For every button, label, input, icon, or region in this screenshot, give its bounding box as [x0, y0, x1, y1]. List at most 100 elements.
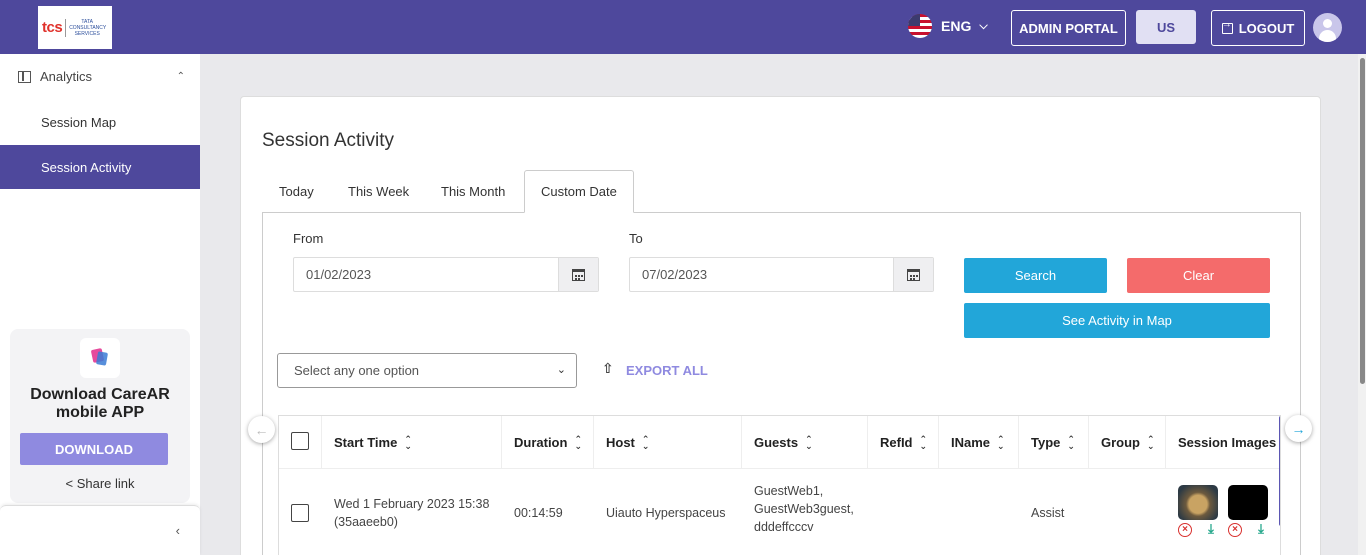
delete-icon[interactable]: ×: [1178, 523, 1192, 537]
session-code: (35aaeeb0): [334, 515, 398, 529]
calendar-icon: [907, 268, 920, 281]
to-date-field[interactable]: 07/02/2023: [629, 257, 934, 292]
sidebar-section-analytics[interactable]: Analytics ⌃: [0, 54, 200, 99]
filter-select[interactable]: Select any one option ⌄: [277, 353, 577, 388]
share-link-label: Share link: [76, 476, 135, 491]
export-all-label: EXPORT ALL: [626, 363, 708, 378]
page-scrollbar[interactable]: [1358, 54, 1366, 555]
column-label: IName: [951, 435, 991, 450]
to-calendar-button[interactable]: [893, 258, 933, 291]
column-label: Host: [606, 435, 635, 450]
download-icon[interactable]: ⤓: [1254, 522, 1268, 537]
clear-button[interactable]: Clear: [1127, 258, 1270, 293]
column-header-iname[interactable]: IName ⌃ ⌄: [939, 416, 1019, 469]
column-header-start-time[interactable]: Start Time ⌃ ⌄: [322, 416, 502, 469]
page-title: Session Activity: [262, 130, 394, 151]
start-time-value: Wed 1 February 2023 15:38: [334, 497, 490, 511]
search-button[interactable]: Search: [964, 258, 1107, 293]
session-image-thumbnail[interactable]: [1228, 485, 1268, 520]
column-header-duration[interactable]: Duration ⌃ ⌄: [502, 416, 594, 469]
column-label: RefId: [880, 435, 913, 450]
logout-icon: [1221, 19, 1233, 34]
logo-divider: [65, 18, 67, 37]
logo-tagline: TATA CONSULTANCY SERVICES: [69, 18, 107, 37]
scroll-left-button[interactable]: ←: [248, 416, 275, 443]
share-icon: <: [65, 476, 74, 491]
sort-icon: ⌃ ⌄: [997, 433, 1005, 451]
download-icon[interactable]: ⤓: [1204, 522, 1218, 537]
delete-icon[interactable]: ×: [1228, 523, 1242, 537]
us-flag-icon: [908, 14, 932, 38]
column-label: Start Time: [334, 435, 398, 450]
page-scrollbar-thumb[interactable]: [1360, 58, 1365, 384]
column-label: Group: [1101, 435, 1140, 450]
sort-icon: ⌃ ⌄: [1067, 433, 1075, 451]
column-header-session-images: Session Images: [1166, 416, 1280, 469]
tab-custom-date[interactable]: Custom Date: [524, 170, 634, 213]
sidebar-collapse-bar[interactable]: ‹: [0, 505, 200, 555]
language-selector[interactable]: ENG ⌵: [908, 14, 988, 38]
tab-this-week[interactable]: This Week: [332, 170, 425, 213]
tab-today[interactable]: Today: [263, 170, 330, 213]
sort-icon: ⌃ ⌄: [404, 433, 412, 451]
share-link[interactable]: < Share link: [10, 476, 190, 491]
session-image-thumbnail[interactable]: [1178, 485, 1218, 520]
column-header-group[interactable]: Group ⌃ ⌄: [1089, 416, 1166, 469]
tab-this-month[interactable]: This Month: [425, 170, 521, 213]
region-button[interactable]: US: [1136, 10, 1196, 44]
chevron-up-icon: ⌃: [176, 71, 185, 82]
top-bar: tcs TATA CONSULTANCY SERVICES ENG ⌵ ADMI…: [0, 0, 1366, 54]
logout-button[interactable]: LOGOUT: [1211, 10, 1305, 46]
language-label: ENG: [941, 18, 972, 34]
see-activity-map-button[interactable]: See Activity in Map: [964, 303, 1270, 338]
sort-icon: ⌃ ⌄: [574, 433, 582, 451]
table-scrollbar[interactable]: [1279, 416, 1280, 526]
from-date-field[interactable]: 01/02/2023: [293, 257, 599, 292]
sort-icon: ⌃ ⌄: [919, 433, 928, 451]
to-label: To: [629, 231, 643, 246]
sidebar-item-session-activity[interactable]: Session Activity: [0, 145, 200, 189]
guest-name: GuestWeb1,: [754, 484, 824, 498]
download-button[interactable]: DOWNLOAD: [20, 433, 168, 465]
arrow-right-icon: →: [1291, 420, 1306, 437]
sidebar-item-session-map[interactable]: Session Map: [0, 100, 200, 144]
download-app-promo: Download CareAR mobile APP DOWNLOAD < Sh…: [10, 329, 190, 503]
select-all-cell: [279, 416, 322, 469]
column-header-host[interactable]: Host ⌃ ⌄: [594, 416, 742, 469]
avatar[interactable]: [1313, 13, 1342, 42]
host-cell: Uiauto Hyperspaceus: [606, 506, 726, 520]
from-date-value: 01/02/2023: [306, 267, 372, 282]
type-cell: Assist: [1031, 506, 1065, 520]
export-all-button[interactable]: EXPORT ALL: [602, 360, 708, 379]
column-label: Type: [1031, 435, 1061, 450]
filter-select-value: Select any one option: [294, 363, 420, 378]
chevron-left-icon: ‹: [175, 523, 180, 538]
duration-cell: 00:14:59: [514, 506, 563, 520]
column-header-refid[interactable]: RefId ⌃ ⌄: [868, 416, 939, 469]
column-label: Duration: [514, 435, 568, 450]
column-header-type[interactable]: Type ⌃ ⌄: [1019, 416, 1089, 469]
session-table: Start Time ⌃ ⌄ Duration ⌃ ⌄ Host ⌃ ⌄ Guests ⌃ ⌄ …: [278, 415, 1281, 555]
from-calendar-button[interactable]: [558, 258, 598, 291]
guest-name: dddeffcccv: [754, 520, 814, 534]
column-header-guests[interactable]: Guests ⌃ ⌄: [742, 416, 868, 469]
sort-icon: ⌃ ⌄: [641, 433, 650, 451]
row-checkbox[interactable]: [291, 504, 309, 522]
sidebar-section-label: Analytics: [40, 69, 93, 84]
upload-icon: [602, 360, 615, 378]
select-all-checkbox[interactable]: [291, 432, 309, 450]
sort-icon: ⌃ ⌄: [805, 433, 813, 451]
chevron-down-icon: ⌵: [979, 19, 988, 32]
logout-label: LOGOUT: [1238, 20, 1295, 36]
to-date-value: 07/02/2023: [642, 267, 708, 282]
admin-portal-button[interactable]: ADMIN PORTAL: [1011, 10, 1126, 46]
scroll-right-button[interactable]: →: [1285, 415, 1312, 442]
arrow-left-icon: ←: [254, 421, 269, 438]
promo-title: Download CareAR mobile APP: [30, 386, 170, 421]
carear-app-icon: [80, 338, 120, 378]
sidebar: Analytics ⌃ Session Map Session Activity…: [0, 54, 200, 555]
column-label: Guests: [754, 435, 799, 450]
guest-name: GuestWeb3guest,: [754, 502, 854, 516]
calendar-icon: [572, 268, 585, 281]
tcs-logo[interactable]: tcs TATA CONSULTANCY SERVICES: [38, 6, 112, 49]
